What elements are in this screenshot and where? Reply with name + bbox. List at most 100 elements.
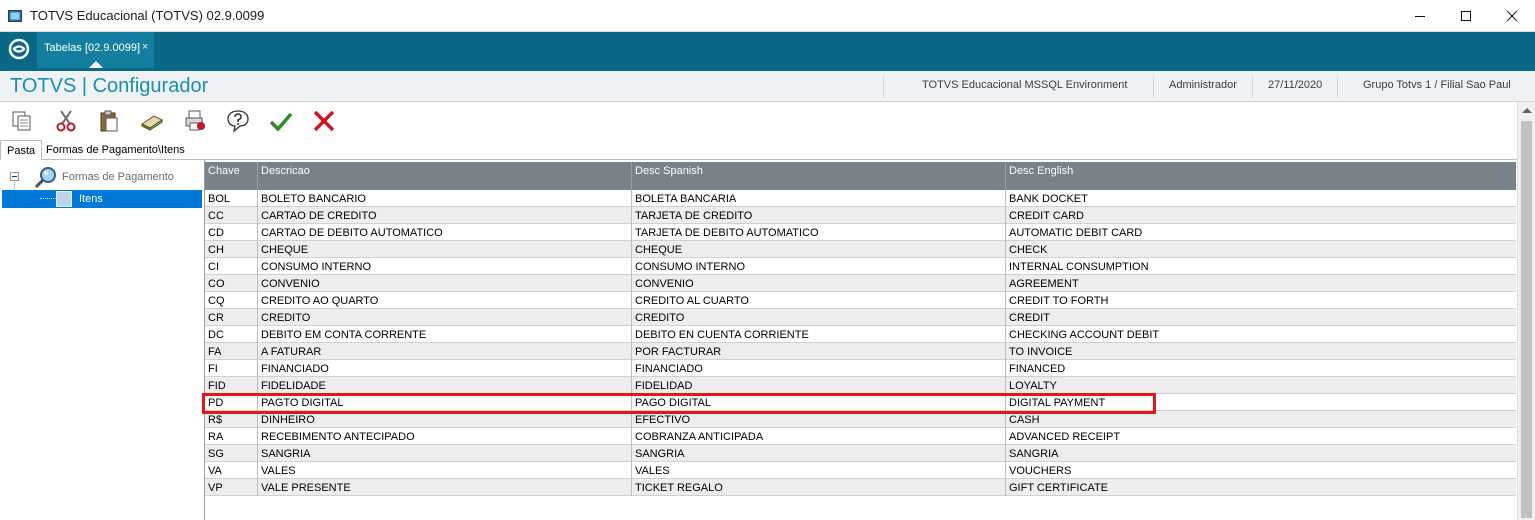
table-cell[interactable]: CONVENIO bbox=[632, 275, 1006, 292]
table-cell[interactable]: BOLETO BANCARIO bbox=[258, 190, 632, 207]
table-cell[interactable]: SANGRIA bbox=[258, 445, 632, 462]
table-cell[interactable]: CARTAO DE CREDITO bbox=[258, 207, 632, 224]
table-cell[interactable]: CO bbox=[205, 275, 258, 292]
table-cell[interactable]: VP bbox=[205, 479, 258, 496]
help-button[interactable] bbox=[224, 107, 252, 135]
table-cell[interactable]: CREDIT bbox=[1006, 309, 1516, 326]
table-cell[interactable]: VA bbox=[205, 462, 258, 479]
table-cell[interactable]: TO INVOICE bbox=[1006, 343, 1516, 360]
column-header-chave[interactable]: Chave bbox=[205, 162, 258, 190]
table-cell[interactable]: FINANCIADO bbox=[632, 360, 1006, 377]
table-cell[interactable]: CI bbox=[205, 258, 258, 275]
table-cell[interactable]: PD bbox=[205, 394, 258, 411]
table-cell[interactable]: DEBITO EN CUENTA CORRIENTE bbox=[632, 326, 1006, 343]
table-row[interactable]: CI CONSUMO INTERNO CONSUMO INTERNO INTERNAL… bbox=[205, 258, 1516, 275]
table-cell[interactable]: RECEBIMENTO ANTECIPADO bbox=[258, 428, 632, 445]
table-cell[interactable]: CREDIT CARD bbox=[1006, 207, 1516, 224]
table-cell[interactable]: DINHEIRO bbox=[258, 411, 632, 428]
column-header-desc-spanish[interactable]: Desc Spanish bbox=[632, 162, 1006, 190]
table-row[interactable]: SG SANGRIA SANGRIA SANGRIA bbox=[205, 445, 1516, 462]
table-cell[interactable]: FINANCIADO bbox=[258, 360, 632, 377]
table-cell[interactable]: CC bbox=[205, 207, 258, 224]
table-cell[interactable]: VALES bbox=[258, 462, 632, 479]
column-header-descricao[interactable]: Descricao bbox=[258, 162, 632, 190]
close-window-button[interactable] bbox=[1489, 0, 1535, 32]
table-cell[interactable]: CHEQUE bbox=[258, 241, 632, 258]
table-cell[interactable]: BANK DOCKET bbox=[1006, 190, 1516, 207]
table-row[interactable]: CO CONVENIO CONVENIO AGREEMENT bbox=[205, 275, 1516, 292]
table-cell[interactable]: FI bbox=[205, 360, 258, 377]
table-cell[interactable]: POR FACTURAR bbox=[632, 343, 1006, 360]
scroll-up-icon[interactable] bbox=[1522, 108, 1532, 113]
table-cell[interactable]: LOYALTY bbox=[1006, 377, 1516, 394]
table-row[interactable]: CQ CREDITO AO QUARTO CREDITO AL CUARTO CRED… bbox=[205, 292, 1516, 309]
table-cell[interactable]: VOUCHERS bbox=[1006, 462, 1516, 479]
table-cell[interactable]: CREDITO AO QUARTO bbox=[258, 292, 632, 309]
table-cell[interactable]: PAGTO DIGITAL bbox=[258, 394, 632, 411]
table-row[interactable]: CH CHEQUE CHEQUE CHECK bbox=[205, 241, 1516, 258]
table-cell[interactable]: FA bbox=[205, 343, 258, 360]
table-cell[interactable]: SANGRIA bbox=[632, 445, 1006, 462]
vertical-scrollbar[interactable] bbox=[1517, 102, 1535, 520]
table-row[interactable]: CD CARTAO DE DEBITO AUTOMATICO TARJETA DE … bbox=[205, 224, 1516, 241]
table-cell[interactable]: CARTAO DE DEBITO AUTOMATICO bbox=[258, 224, 632, 241]
table-cell[interactable]: INTERNAL CONSUMPTION bbox=[1006, 258, 1516, 275]
table-cell[interactable]: EFECTIVO bbox=[632, 411, 1006, 428]
table-cell[interactable]: VALE PRESENTE bbox=[258, 479, 632, 496]
maximize-button[interactable] bbox=[1443, 0, 1489, 32]
cut-button[interactable] bbox=[52, 107, 80, 135]
table-cell[interactable]: CREDITO AL CUARTO bbox=[632, 292, 1006, 309]
tab-pasta[interactable]: Pasta bbox=[0, 140, 43, 161]
table-cell[interactable]: CR bbox=[205, 309, 258, 326]
table-cell[interactable]: FIDELIDADE bbox=[258, 377, 632, 394]
table-cell[interactable]: CQ bbox=[205, 292, 258, 309]
table-cell[interactable]: BOLETA BANCARIA bbox=[632, 190, 1006, 207]
table-cell[interactable]: DIGITAL PAYMENT bbox=[1006, 394, 1516, 411]
confirm-button[interactable] bbox=[267, 107, 295, 135]
tree-node-formas-de-pagamento[interactable]: Formas de Pagamento bbox=[10, 166, 200, 189]
paste-button[interactable] bbox=[95, 107, 123, 135]
table-row[interactable]: FID FIDELIDADE FIDELIDAD LOYALTY bbox=[205, 377, 1516, 394]
table-cell[interactable]: ADVANCED RECEIPT bbox=[1006, 428, 1516, 445]
cancel-button[interactable] bbox=[310, 107, 338, 135]
table-cell[interactable]: CONSUMO INTERNO bbox=[258, 258, 632, 275]
table-cell[interactable]: COBRANZA ANTICIPADA bbox=[632, 428, 1006, 445]
table-cell[interactable]: FIDELIDAD bbox=[632, 377, 1006, 394]
table-cell[interactable]: FID bbox=[205, 377, 258, 394]
table-cell[interactable]: FINANCED bbox=[1006, 360, 1516, 377]
table-row[interactable]: DC DEBITO EM CONTA CORRENTE DEBITO EN CUEN… bbox=[205, 326, 1516, 343]
table-cell[interactable]: TARJETA DE CREDITO bbox=[632, 207, 1006, 224]
table-cell[interactable]: AUTOMATIC DEBIT CARD bbox=[1006, 224, 1516, 241]
table-row[interactable]: FI FINANCIADO FINANCIADO FINANCED bbox=[205, 360, 1516, 377]
table-row[interactable]: R$ DINHEIRO EFECTIVO CASH bbox=[205, 411, 1516, 428]
table-cell[interactable]: CASH bbox=[1006, 411, 1516, 428]
tree-collapse-icon[interactable] bbox=[10, 172, 19, 181]
tab-formas-de-pagamento-itens[interactable]: Formas de Pagamento\Itens bbox=[40, 140, 191, 160]
table-row[interactable]: CC CARTAO DE CREDITO TARJETA DE CREDITO CRE… bbox=[205, 207, 1516, 224]
table-cell[interactable]: TICKET REGALO bbox=[632, 479, 1006, 496]
tab-tabelas[interactable]: Tabelas [02.9.0099] × bbox=[37, 32, 154, 68]
table-cell[interactable]: CD bbox=[205, 224, 258, 241]
table-cell[interactable]: DC bbox=[205, 326, 258, 343]
tab-close-icon[interactable]: × bbox=[142, 41, 148, 53]
print-button[interactable] bbox=[181, 107, 209, 135]
minimize-button[interactable] bbox=[1397, 0, 1443, 32]
table-cell[interactable]: CHECKING ACCOUNT DEBIT bbox=[1006, 326, 1516, 343]
table-cell[interactable]: PAGO DIGITAL bbox=[632, 394, 1006, 411]
table-row[interactable]: RA RECEBIMENTO ANTECIPADO COBRANZA ANTICIP… bbox=[205, 428, 1516, 445]
table-row[interactable]: PD PAGTO DIGITAL PAGO DIGITAL DIGITAL PAYME… bbox=[205, 394, 1516, 411]
table-cell[interactable]: CREDIT TO FORTH bbox=[1006, 292, 1516, 309]
table-row[interactable]: VP VALE PRESENTE TICKET REGALO GIFT CERTIFI… bbox=[205, 479, 1516, 496]
eraser-button[interactable] bbox=[138, 107, 166, 135]
table-cell[interactable]: RA bbox=[205, 428, 258, 445]
table-cell[interactable]: SG bbox=[205, 445, 258, 462]
table-cell[interactable]: GIFT CERTIFICATE bbox=[1006, 479, 1516, 496]
table-row[interactable]: VA VALES VALES VOUCHERS bbox=[205, 462, 1516, 479]
table-cell[interactable]: BOL bbox=[205, 190, 258, 207]
table-cell[interactable]: CREDITO bbox=[632, 309, 1006, 326]
table-cell[interactable]: CH bbox=[205, 241, 258, 258]
table-cell[interactable]: TARJETA DE DEBITO AUTOMATICO bbox=[632, 224, 1006, 241]
table-cell[interactable]: CREDITO bbox=[258, 309, 632, 326]
table-cell[interactable]: DEBITO EM CONTA CORRENTE bbox=[258, 326, 632, 343]
column-header-desc-english[interactable]: Desc English bbox=[1006, 162, 1516, 190]
